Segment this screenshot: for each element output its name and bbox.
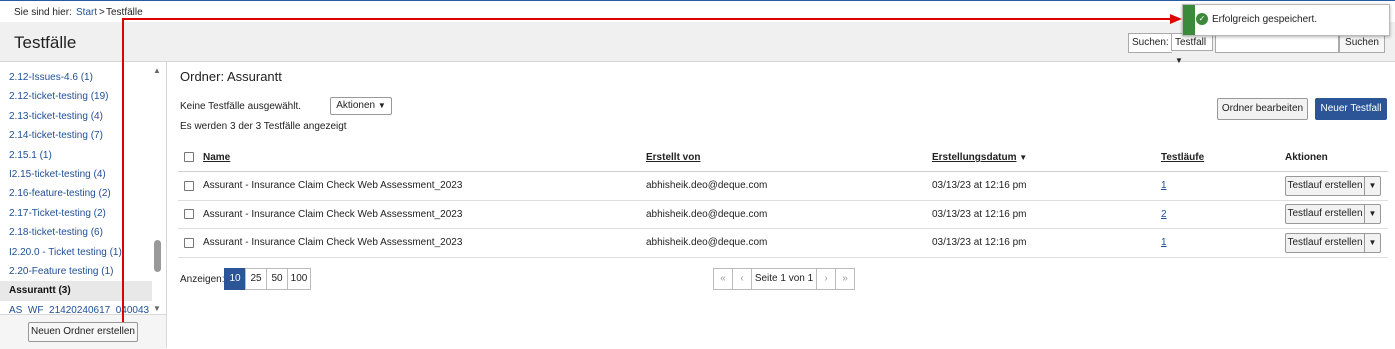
new-test-case-button[interactable]: Neuer Testfall bbox=[1315, 98, 1387, 120]
created-date: 03/13/23 at 12:16 pm bbox=[932, 200, 1161, 229]
created-by: abhisheik.deo@deque.com bbox=[646, 228, 932, 258]
created-by: abhisheik.deo@deque.com bbox=[646, 200, 932, 229]
folder-item[interactable]: 2.18-ticket-testing (6) bbox=[0, 223, 152, 242]
create-test-run-button[interactable]: Testlauf erstellen bbox=[1285, 175, 1365, 196]
test-runs-link[interactable]: 1 bbox=[1161, 180, 1167, 191]
folder-item[interactable]: 2.13-ticket-testing (4) bbox=[0, 107, 152, 126]
caret-down-icon[interactable]: ▼ bbox=[1365, 232, 1381, 253]
sidebar-scrollbar[interactable]: ▲ ▼ bbox=[152, 66, 164, 313]
page-size-10[interactable]: 10 bbox=[224, 268, 246, 290]
folder-list: 2.12-Issues-4.6 (1) 2.12-ticket-testing … bbox=[0, 68, 152, 320]
sort-desc-icon: ▼ bbox=[1019, 153, 1028, 162]
column-header-created-by[interactable]: Erstellt von bbox=[646, 152, 700, 163]
sidebar-footer: Neuen Ordner erstellen bbox=[0, 314, 166, 349]
breadcrumb-start-link[interactable]: Start bbox=[76, 7, 97, 18]
table-row: Assurant - Insurance Claim Check Web Ass… bbox=[178, 228, 1388, 258]
folder-item[interactable]: 2.17-Ticket-testing (2) bbox=[0, 204, 152, 223]
toast-message: Erfolgreich gespeichert. bbox=[1212, 14, 1318, 25]
column-header-runs[interactable]: Testläufe bbox=[1161, 152, 1204, 163]
breadcrumb-label: Sie sind hier: bbox=[14, 7, 72, 18]
create-run-split-button: Testlauf erstellen ▼ bbox=[1285, 175, 1381, 196]
caret-down-icon[interactable]: ▼ bbox=[1365, 204, 1381, 225]
create-test-run-button[interactable]: Testlauf erstellen bbox=[1285, 232, 1365, 253]
table-row: Assurant - Insurance Claim Check Web Ass… bbox=[178, 171, 1388, 201]
folder-item[interactable]: 2.12-ticket-testing (19) bbox=[0, 87, 152, 106]
toast-status-bar bbox=[1183, 5, 1195, 35]
create-test-run-button[interactable]: Testlauf erstellen bbox=[1285, 204, 1365, 225]
folder-item[interactable]: 2.16-feature-testing (2) bbox=[0, 184, 152, 203]
scroll-up-arrow-icon[interactable]: ▲ bbox=[153, 66, 161, 75]
page-size-selector: 10 25 50 100 bbox=[224, 268, 311, 290]
folder-item[interactable]: 2.20-Feature testing (1) bbox=[0, 262, 152, 281]
folder-item[interactable]: I2.20.0 - Ticket testing (1) bbox=[0, 243, 152, 262]
breadcrumb-separator: > bbox=[99, 7, 105, 18]
search-button[interactable]: Suchen bbox=[1339, 33, 1385, 53]
check-circle-icon: ✓ bbox=[1196, 13, 1208, 25]
test-cases-app: Sie sind hier: Start > Testfälle Testfäl… bbox=[0, 0, 1395, 349]
result-count: Es werden 3 der 3 Testfälle angezeigt bbox=[180, 121, 347, 132]
folder-sidebar: 2.12-Issues-4.6 (1) 2.12-ticket-testing … bbox=[0, 62, 167, 349]
column-header-actions: Aktionen bbox=[1285, 152, 1328, 163]
page-info: Seite 1 von 1 bbox=[751, 268, 817, 290]
actions-dropdown-label: Aktionen bbox=[336, 100, 376, 111]
page-size-50[interactable]: 50 bbox=[266, 268, 288, 290]
select-all-checkbox[interactable] bbox=[184, 152, 194, 163]
column-header-name[interactable]: Name bbox=[203, 152, 230, 163]
breadcrumb-current: Testfälle bbox=[106, 7, 143, 18]
chevron-down-icon: ▼ bbox=[1175, 56, 1183, 65]
table-header-row: Name Erstellt von Erstellungsdatum ▼ Tes… bbox=[178, 144, 1388, 172]
test-runs-link[interactable]: 1 bbox=[1161, 237, 1167, 248]
test-case-name: Assurant - Insurance Claim Check Web Ass… bbox=[203, 228, 646, 258]
next-page-button[interactable]: › bbox=[816, 268, 836, 290]
first-page-button[interactable]: « bbox=[713, 268, 733, 290]
created-by: abhisheik.deo@deque.com bbox=[646, 171, 932, 201]
selection-status: Keine Testfälle ausgewählt. bbox=[180, 101, 302, 112]
edit-folder-button[interactable]: Ordner bearbeiten bbox=[1217, 98, 1308, 120]
prev-page-button[interactable]: ‹ bbox=[732, 268, 752, 290]
page-size-25[interactable]: 25 bbox=[245, 268, 267, 290]
created-date: 03/13/23 at 12:16 pm bbox=[932, 171, 1161, 201]
folder-item[interactable]: I2.15-ticket-testing (4) bbox=[0, 165, 152, 184]
create-run-split-button: Testlauf erstellen ▼ bbox=[1285, 232, 1381, 253]
scroll-down-arrow-icon[interactable]: ▼ bbox=[153, 304, 161, 313]
column-header-created-date[interactable]: Erstellungsdatum bbox=[932, 152, 1016, 163]
table-row: Assurant - Insurance Claim Check Web Ass… bbox=[178, 200, 1388, 229]
last-page-button[interactable]: » bbox=[835, 268, 855, 290]
scroll-thumb[interactable] bbox=[154, 240, 161, 272]
new-folder-button[interactable]: Neuen Ordner erstellen bbox=[28, 322, 138, 342]
row-checkbox[interactable] bbox=[184, 209, 194, 220]
created-date: 03/13/23 at 12:16 pm bbox=[932, 228, 1161, 258]
page-size-label: Anzeigen: bbox=[180, 274, 225, 285]
folder-title: Ordner: Assurantt bbox=[180, 69, 282, 84]
test-runs-link[interactable]: 2 bbox=[1161, 209, 1167, 220]
page-title: Testfälle bbox=[14, 33, 77, 52]
test-cases-table: Name Erstellt von Erstellungsdatum ▼ Tes… bbox=[178, 144, 1388, 258]
caret-down-icon: ▼ bbox=[377, 101, 386, 110]
folder-item[interactable]: 2.12-Issues-4.6 (1) bbox=[0, 68, 152, 87]
success-toast: ✓ Erfolgreich gespeichert. bbox=[1182, 4, 1390, 36]
folder-item[interactable]: 2.15.1 (1) bbox=[0, 146, 152, 165]
folder-item[interactable]: 2.14-ticket-testing (7) bbox=[0, 126, 152, 145]
test-case-name: Assurant - Insurance Claim Check Web Ass… bbox=[203, 200, 646, 229]
pagination: « ‹ Seite 1 von 1 › » bbox=[713, 268, 855, 290]
test-case-name: Assurant - Insurance Claim Check Web Ass… bbox=[203, 171, 646, 201]
search-label: Suchen: bbox=[1128, 33, 1172, 53]
folder-item-active[interactable]: Assurantt (3) bbox=[0, 281, 152, 301]
row-checkbox[interactable] bbox=[184, 180, 194, 191]
page-size-100[interactable]: 100 bbox=[287, 268, 311, 290]
caret-down-icon[interactable]: ▼ bbox=[1365, 175, 1381, 196]
row-checkbox[interactable] bbox=[184, 237, 194, 248]
actions-dropdown[interactable]: Aktionen ▼ bbox=[330, 97, 392, 115]
search-input[interactable] bbox=[1215, 33, 1339, 53]
create-run-split-button: Testlauf erstellen ▼ bbox=[1285, 204, 1381, 225]
search-scope-value: Testfall bbox=[1175, 37, 1207, 48]
